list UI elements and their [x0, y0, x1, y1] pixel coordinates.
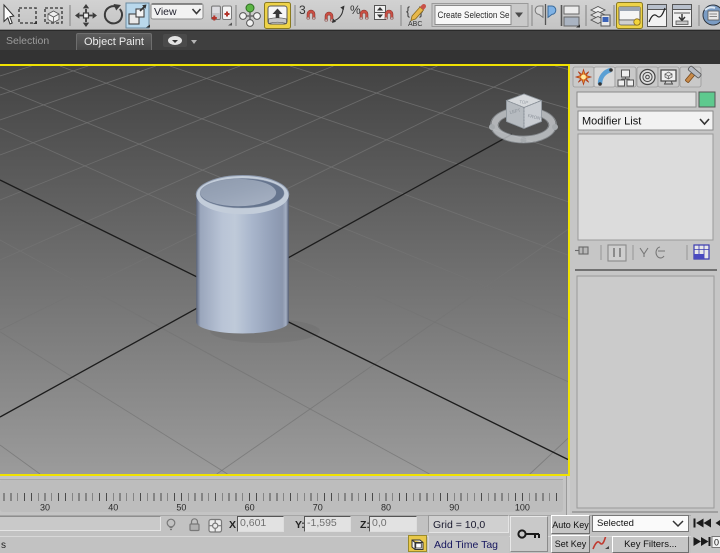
- svg-text:40: 40: [108, 503, 118, 513]
- svg-text:60: 60: [245, 503, 255, 513]
- svg-text:ABC: ABC: [408, 21, 422, 28]
- svg-text:%: %: [350, 3, 361, 17]
- svg-text:30: 30: [40, 503, 50, 513]
- svg-text:{: {: [406, 4, 410, 18]
- svg-text:100: 100: [515, 503, 530, 513]
- svg-text:70: 70: [313, 503, 323, 513]
- svg-text:0: 0: [714, 538, 719, 548]
- svg-text:50: 50: [176, 503, 186, 513]
- svg-text:View: View: [154, 6, 177, 18]
- svg-text:Create Selection Se: Create Selection Se: [438, 10, 510, 21]
- svg-text:Modifier List: Modifier List: [582, 116, 641, 128]
- svg-text:3: 3: [299, 3, 306, 17]
- svg-text:90: 90: [449, 503, 459, 513]
- svg-text:80: 80: [381, 503, 391, 513]
